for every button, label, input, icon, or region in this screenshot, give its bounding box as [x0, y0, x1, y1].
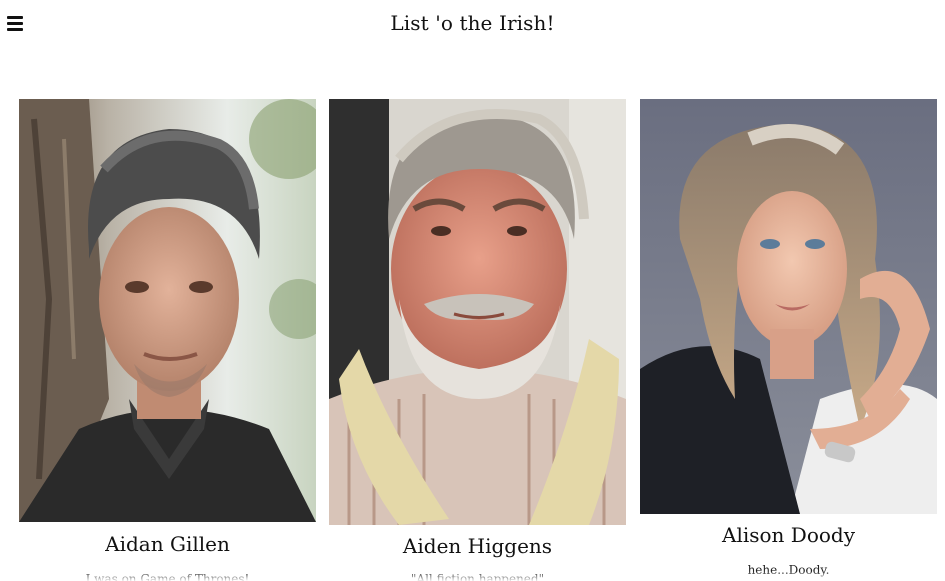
- person-name: Aiden Higgens: [402, 534, 553, 558]
- page: List 'o the Irish! Aidan Gillen I was on…: [0, 0, 945, 581]
- person-card-alison-doody: Alison Doody hehe...Doody.: [640, 99, 937, 581]
- person-quote: hehe...Doody.: [747, 563, 830, 577]
- page-title: List 'o the Irish!: [390, 11, 555, 35]
- person-name: Alison Doody: [722, 523, 855, 547]
- person-quote: I was on Game of Thrones!: [85, 572, 250, 581]
- person-card-aidan-gillen: Aidan Gillen I was on Game of Thrones!: [19, 99, 316, 581]
- person-quote: "All fiction happened": [410, 572, 545, 581]
- portrait-photo-aidan-gillen[interactable]: [19, 99, 316, 522]
- person-card-aiden-higgens: Aiden Higgens "All fiction happened": [329, 99, 626, 581]
- portrait-photo-aiden-higgens[interactable]: [329, 99, 626, 525]
- person-name: Aidan Gillen: [105, 532, 230, 556]
- portrait-photo-alison-doody[interactable]: [640, 99, 937, 514]
